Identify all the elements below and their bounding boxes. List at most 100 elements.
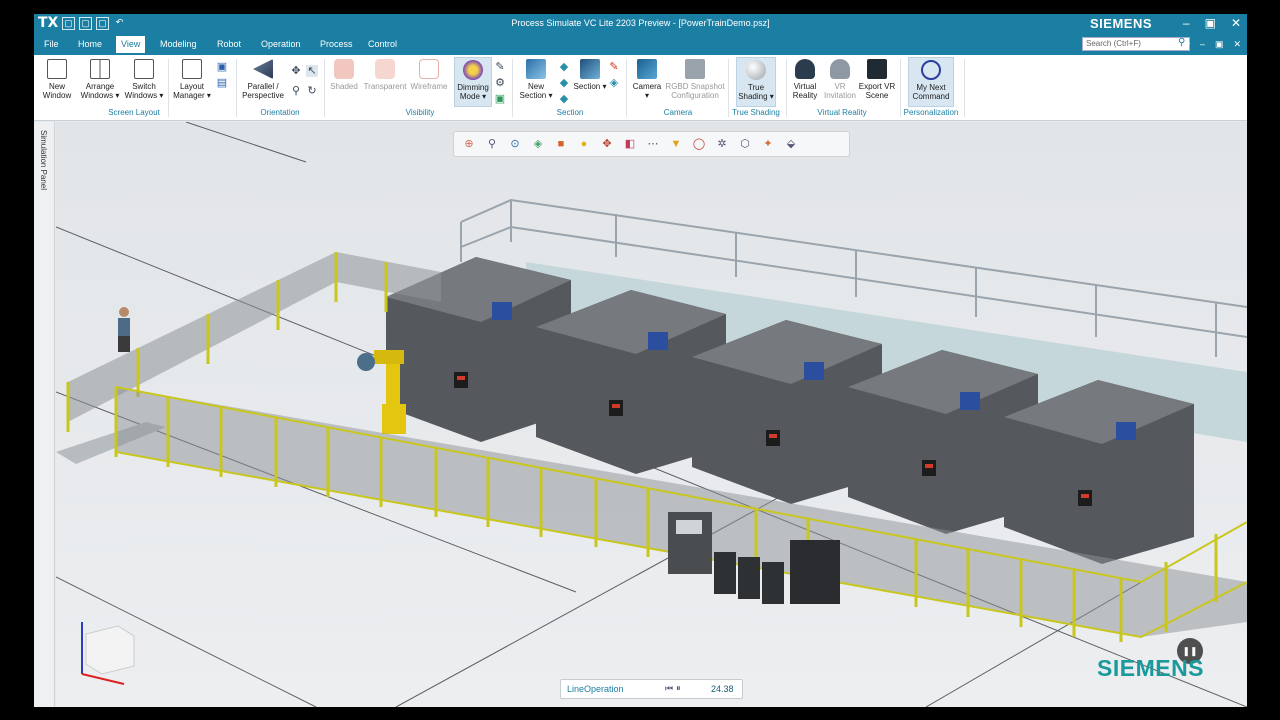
true-shading-icon	[746, 60, 766, 80]
light-icon[interactable]: ●	[575, 135, 593, 153]
tab-process[interactable]: Process	[320, 39, 353, 49]
axis-triad[interactable]	[81, 622, 135, 685]
export-vr-scene-label: Export VR Scene	[858, 82, 896, 100]
export-vr-icon	[867, 59, 887, 79]
shaded-button[interactable]: Shaded	[326, 57, 362, 107]
arrange-windows-label: Arrange Windows ▾	[80, 82, 120, 100]
dimming-mode-label: Dimming Mode ▾	[457, 83, 489, 101]
group-true-shading: True Shading	[732, 108, 780, 117]
section-tool-icon[interactable]: ◈	[608, 77, 620, 89]
cube-view-icon[interactable]: ◈	[529, 135, 547, 153]
zoom-icon[interactable]: ⚲	[290, 85, 302, 97]
switch-windows-button[interactable]: Switch Windows ▾	[122, 57, 166, 107]
shaded-icon	[334, 59, 354, 79]
visibility-option-icon[interactable]: ▣	[494, 93, 506, 105]
section-tool-icon[interactable]: ◆	[558, 61, 570, 73]
arrange-windows-button[interactable]: Arrange Windows ▾	[78, 57, 122, 107]
color-icon[interactable]: ■	[552, 135, 570, 153]
vr-invitation-button[interactable]: VR Invitation	[822, 57, 858, 107]
camera-icon	[637, 59, 657, 79]
snap-icon[interactable]: ✲	[713, 135, 731, 153]
window-title: Process Simulate VC Lite 2203 Preview - …	[511, 18, 770, 28]
tab-home[interactable]: Home	[78, 39, 102, 49]
tab-operation[interactable]: Operation	[261, 39, 301, 49]
industrial-robot[interactable]	[357, 350, 406, 434]
filter-icon[interactable]: ▼	[667, 135, 685, 153]
new-section-button[interactable]: New Section ▾	[516, 57, 556, 107]
tab-control[interactable]: Control	[368, 39, 397, 49]
simulation-time: 24.38	[711, 684, 734, 694]
group-personalization: Personalization	[903, 108, 959, 117]
doc-close-icon[interactable]: ✕	[1233, 39, 1241, 50]
new-window-button[interactable]: New Window	[38, 57, 76, 107]
pick-intent-icon[interactable]: ⊙	[506, 135, 524, 153]
ribbon-tabs: File Home View Modeling Robot Operation …	[34, 34, 1247, 55]
parallel-perspective-label: Parallel / Perspective	[242, 82, 284, 100]
section-tool-icon[interactable]: ◆	[558, 93, 570, 105]
zoom-to-fit-icon[interactable]: ⊕	[460, 135, 478, 153]
tab-file[interactable]: File	[44, 39, 59, 49]
divider	[626, 59, 627, 117]
factory-scene[interactable]	[56, 122, 1247, 707]
playback-controls[interactable]: ⏮⏸	[665, 683, 684, 694]
new-window-icon	[47, 59, 67, 79]
paint-icon[interactable]: ⬙	[782, 135, 800, 153]
transparent-button[interactable]: Transparent	[362, 57, 408, 107]
show-hide-icon[interactable]: ◧	[621, 135, 639, 153]
layout-manager-button[interactable]: Layout Manager ▾	[170, 57, 214, 107]
measure-icon[interactable]: ⋯	[644, 135, 662, 153]
minimize-icon[interactable]: –	[1183, 16, 1190, 30]
tab-robot[interactable]: Robot	[217, 39, 241, 49]
true-shading-label: True Shading ▾	[738, 83, 774, 101]
camera-label: Camera ▾	[632, 82, 662, 100]
close-icon[interactable]: ✕	[1231, 16, 1241, 30]
dimming-mode-icon	[463, 60, 483, 80]
group-virtual-reality: Virtual Reality	[817, 108, 867, 117]
wireframe-button[interactable]: Wireframe	[408, 57, 450, 107]
group-orientation: Orientation	[260, 108, 300, 117]
tab-modeling[interactable]: Modeling	[160, 39, 197, 49]
simulation-panel-tab[interactable]: Simulation Panel	[34, 122, 55, 707]
section-button[interactable]: Section ▾	[572, 57, 608, 107]
visibility-option-icon[interactable]: ✎	[494, 61, 506, 73]
section-icon	[580, 59, 600, 79]
section-tool-icon[interactable]: ◆	[558, 77, 570, 89]
rgbd-snapshot-button[interactable]: RGBD Snapshot Configuration	[664, 57, 726, 107]
group-visibility: Visibility	[405, 108, 435, 117]
parallel-perspective-button[interactable]: Parallel / Perspective	[238, 57, 288, 107]
restore-icon[interactable]: ▣	[1205, 16, 1216, 30]
select-icon[interactable]: ↖	[306, 65, 318, 77]
rgbd-snapshot-label: RGBD Snapshot Configuration	[665, 82, 725, 100]
export-vr-scene-button[interactable]: Export VR Scene	[858, 57, 896, 107]
view-toolbar: ⊕ ⚲ ⊙ ◈ ■ ● ✥ ◧ ⋯ ▼ ◯ ✲ ⬡ ✦ ⬙	[453, 131, 850, 157]
section-tool-icon[interactable]: ✎	[608, 61, 620, 73]
graphic-viewer[interactable]: ⊕ ⚲ ⊙ ◈ ■ ● ✥ ◧ ⋯ ▼ ◯ ✲ ⬡ ✦ ⬙	[56, 122, 1247, 707]
attach-icon[interactable]: ✦	[759, 135, 777, 153]
placement-icon[interactable]: ✥	[598, 135, 616, 153]
machine-center-5[interactable]	[1004, 380, 1194, 564]
collapse-ribbon-icon[interactable]: ^	[1186, 39, 1190, 50]
visibility-option-icon[interactable]: ⚙	[494, 77, 506, 89]
zoom-icon[interactable]: ⚲	[483, 135, 501, 153]
vr-invitation-label: VR Invitation	[823, 82, 857, 100]
my-next-command-button[interactable]: My Next Command	[908, 57, 954, 107]
group-screen-layout: Screen Layout	[108, 108, 160, 117]
layout-edit-icon[interactable]: ▤	[216, 77, 228, 89]
search-input[interactable]: Search (Ctrl+F)	[1082, 37, 1190, 51]
rotate-icon[interactable]: ↻	[306, 85, 318, 97]
camera-button[interactable]: Camera ▾	[630, 57, 664, 107]
application-window: TX ▢ ▢ ▢ ↶ Process Simulate VC Lite 2203…	[34, 14, 1247, 707]
pan-icon[interactable]: ✥	[290, 65, 302, 77]
operation-selector[interactable]: LineOperation	[567, 684, 624, 694]
dimming-mode-button[interactable]: Dimming Mode ▾	[454, 57, 492, 107]
tab-view[interactable]: View	[116, 36, 146, 53]
shaded-label: Shaded	[330, 82, 358, 91]
virtual-reality-button[interactable]: Virtual Reality	[788, 57, 822, 107]
ribbon: New Window Arrange Windows ▾ Switch Wind…	[34, 55, 1247, 121]
frame-icon[interactable]: ◯	[690, 135, 708, 153]
doc-restore-icon[interactable]: ▣	[1215, 39, 1224, 50]
doc-minimize-icon[interactable]: –	[1200, 39, 1205, 50]
true-shading-button[interactable]: True Shading ▾	[736, 57, 776, 107]
selection-icon[interactable]: ⬡	[736, 135, 754, 153]
layout-save-icon[interactable]: ▣	[216, 61, 228, 73]
